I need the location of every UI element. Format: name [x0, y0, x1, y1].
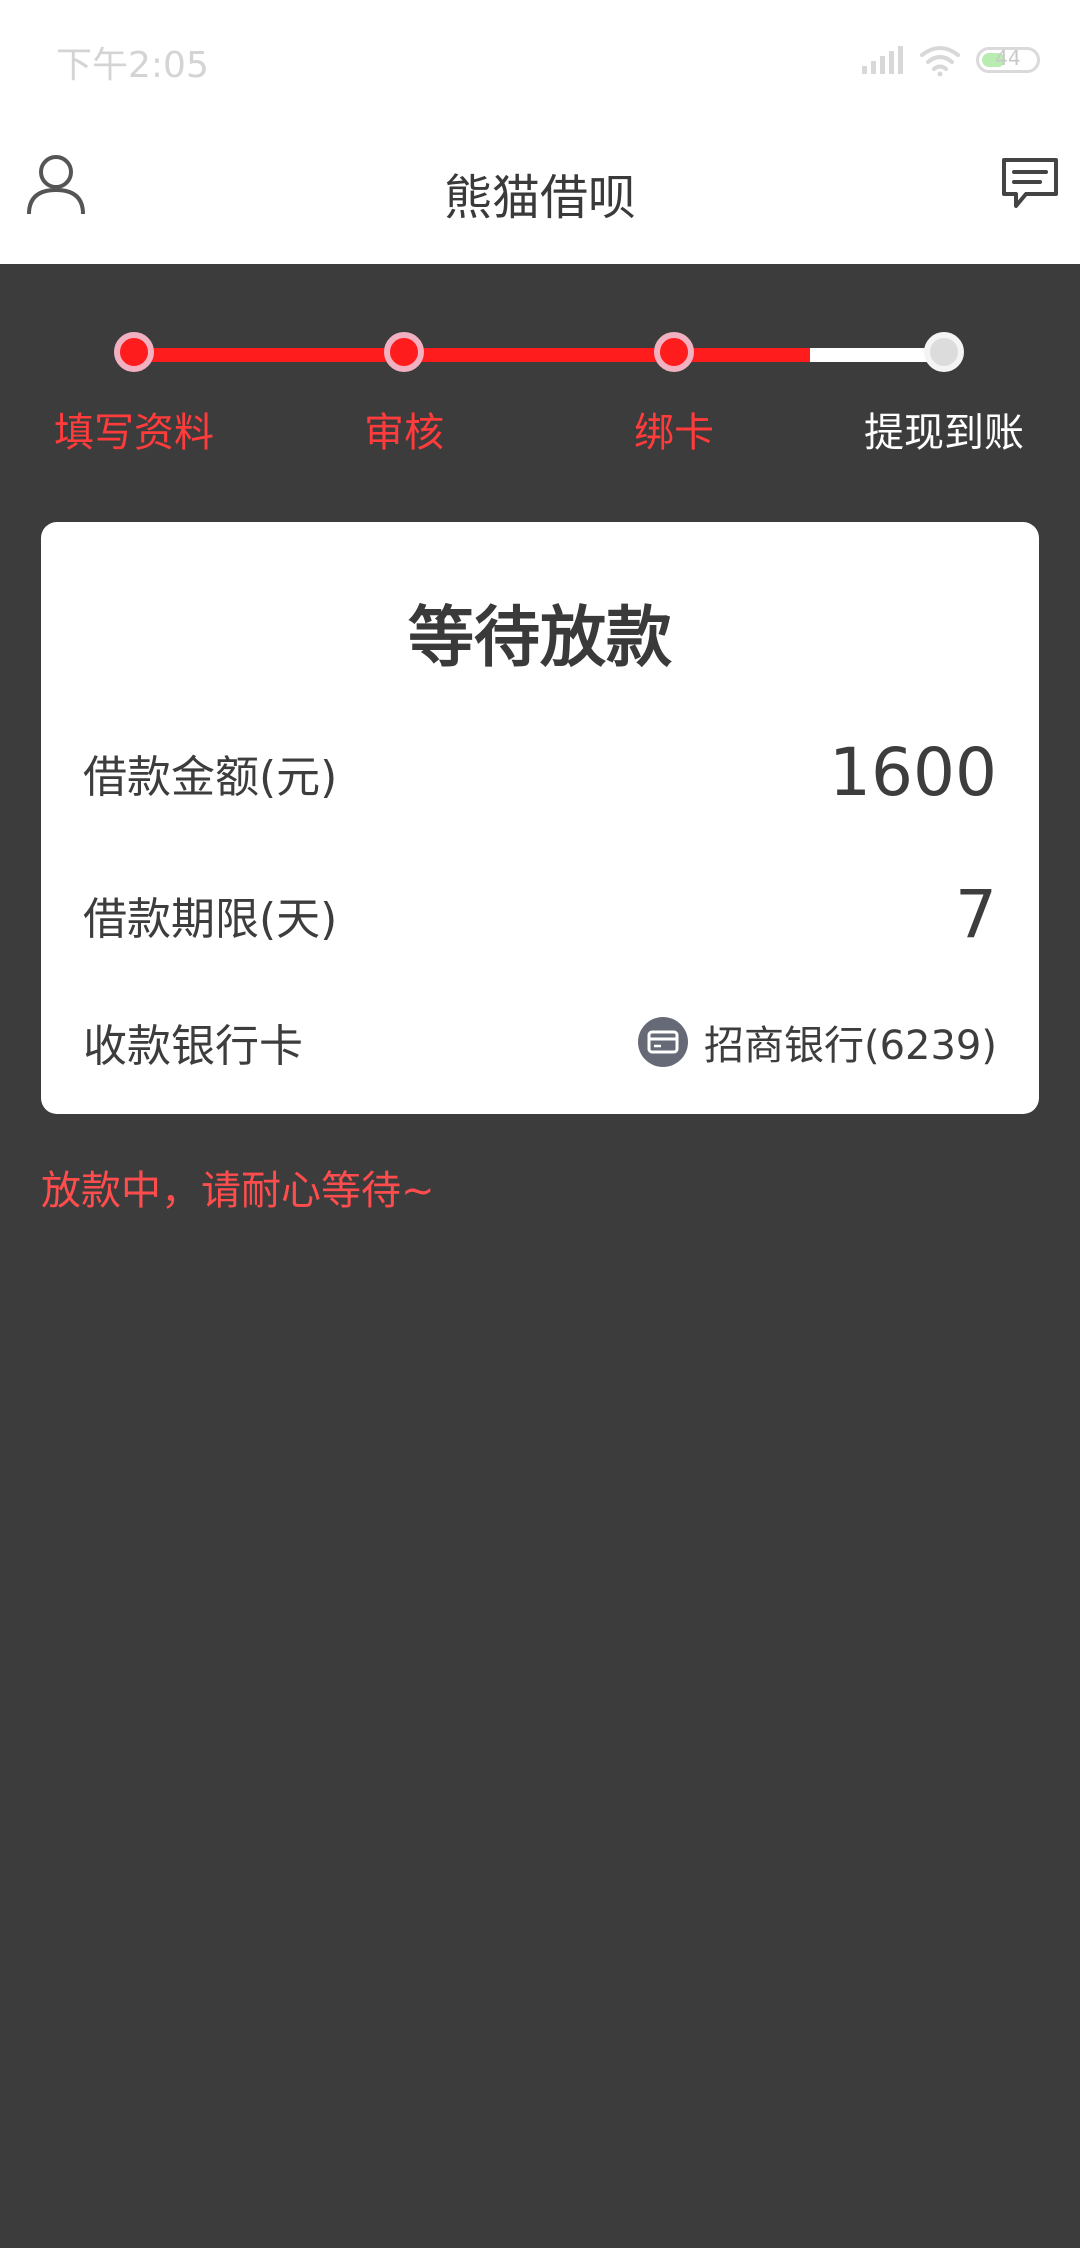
progress-step-dot-1 [114, 332, 154, 372]
loan-amount-value: 1600 [829, 734, 997, 811]
app-header: 熊猫借呗 [0, 120, 1080, 264]
loan-amount-label: 借款金额(元) [83, 751, 338, 803]
page-title: 熊猫借呗 [443, 170, 636, 226]
bank-card-icon [637, 1017, 688, 1067]
card-title: 等待放款 [408, 599, 672, 676]
progress-step-label-4: 提现到账 [864, 410, 1024, 456]
progress-step-label-1: 填写资料 [54, 410, 214, 456]
loan-status-card: 等待放款 借款金额(元) 1600 借款期限(天) 7 收款银行卡 招商银行(6… [41, 522, 1039, 1114]
progress-step-dot-4 [924, 332, 964, 372]
status-time: 下午2:05 [56, 45, 209, 86]
loan-term-row: 借款期限(天) 7 [83, 876, 997, 953]
loan-term-value: 7 [955, 876, 997, 953]
loan-amount-row: 借款金额(元) 1600 [83, 734, 997, 811]
bank-card-text: 招商银行(6239) [703, 1023, 997, 1069]
progress-steps: 填写资料 审核 绑卡 提现到账 [0, 264, 1080, 484]
progress-step-dot-3 [654, 332, 694, 372]
progress-step-label-3: 绑卡 [634, 410, 714, 456]
progress-step-label-2: 审核 [364, 410, 444, 456]
loan-term-label: 借款期限(天) [83, 893, 338, 945]
bank-card-row: 收款银行卡 招商银行(6239) [83, 1010, 997, 1074]
progress-track-done [134, 348, 810, 362]
payout-notice: 放款中，请耐心等待~ [41, 1168, 435, 1214]
status-bar: 下午2:05 44 [0, 0, 1080, 120]
bank-card-value: 招商银行(6239) [637, 1013, 997, 1071]
battery-level-text: 44 [995, 46, 1021, 70]
status-icons: 44 [860, 40, 1040, 80]
bank-card-label: 收款银行卡 [83, 1021, 303, 1072]
signal-icon [862, 46, 903, 74]
wifi-icon [920, 46, 960, 77]
message-icon[interactable] [1000, 156, 1060, 212]
progress-step-dot-2 [384, 332, 424, 372]
battery-icon: 44 [976, 46, 1040, 73]
